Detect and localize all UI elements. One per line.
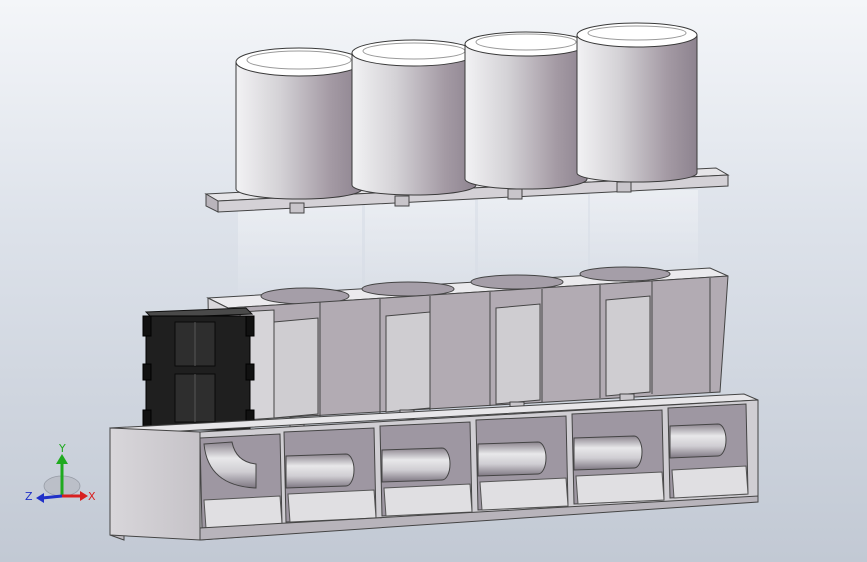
black-bracket[interactable] [142, 307, 255, 431]
z-axis-label: Z [25, 490, 33, 503]
graphics-viewport[interactable]: Y X Z [0, 0, 867, 562]
cylinder-cap[interactable] [235, 47, 363, 200]
x-axis-arrowhead [80, 491, 88, 501]
x-axis-label: X [88, 490, 96, 503]
orientation-triad: Y X Z [25, 442, 96, 503]
y-axis-label: Y [58, 442, 66, 455]
cylinder-cap[interactable] [351, 39, 477, 196]
y-axis-arrowhead [56, 454, 68, 464]
z-axis-arrowhead [36, 493, 44, 503]
cylinder-cap[interactable] [464, 31, 588, 190]
z-axis-arrow [41, 494, 63, 500]
cylinder-cap[interactable] [576, 22, 698, 183]
model-scene[interactable] [0, 0, 867, 562]
